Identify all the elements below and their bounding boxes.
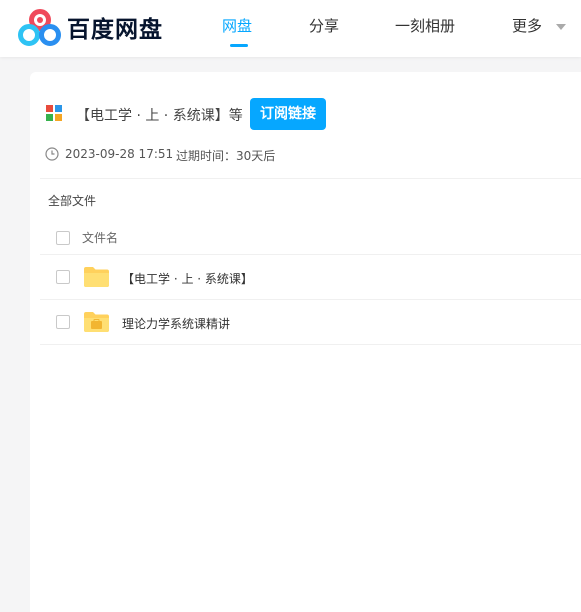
briefcase-folder-icon — [84, 312, 109, 332]
select-all-checkbox[interactable] — [56, 231, 70, 245]
expiry-text: 过期时间：30天后 — [176, 149, 276, 163]
folder-icon — [84, 267, 109, 287]
divider — [40, 254, 581, 255]
baidu-netdisk-logo-icon[interactable] — [18, 8, 62, 46]
divider — [40, 299, 581, 300]
clock-icon — [45, 147, 59, 161]
multi-file-icon — [46, 105, 62, 121]
share-title: 【电工学 · 上 · 系统课】等 — [76, 108, 243, 124]
share-card: 【电工学 · 上 · 系统课】等 订阅链接 2023-09-28 17:51 过… — [30, 72, 581, 612]
chevron-down-icon[interactable] — [556, 24, 566, 30]
row-checkbox[interactable] — [56, 270, 70, 284]
row-checkbox[interactable] — [56, 315, 70, 329]
file-name[interactable]: 【电工学 · 上 · 系统课】 — [122, 270, 253, 287]
divider — [40, 178, 581, 179]
nav-tab-more[interactable]: 更多 — [512, 15, 542, 36]
active-tab-indicator — [230, 44, 248, 47]
breadcrumb[interactable]: 全部文件 — [48, 192, 96, 209]
nav-tab-netdisk[interactable]: 网盘 — [222, 15, 252, 36]
brand-name[interactable]: 百度网盘 — [67, 10, 163, 44]
column-header-filename[interactable]: 文件名 — [82, 229, 118, 246]
divider — [40, 344, 581, 345]
top-header: 百度网盘 网盘 分享 一刻相册 更多 — [0, 0, 581, 57]
share-date: 2023-09-28 17:51 — [65, 147, 174, 161]
nav-tab-share[interactable]: 分享 — [309, 15, 339, 36]
subscribe-link-button[interactable]: 订阅链接 — [250, 98, 326, 130]
nav-tab-photo-album[interactable]: 一刻相册 — [395, 15, 455, 36]
file-name[interactable]: 理论力学系统课精讲 — [122, 315, 230, 332]
